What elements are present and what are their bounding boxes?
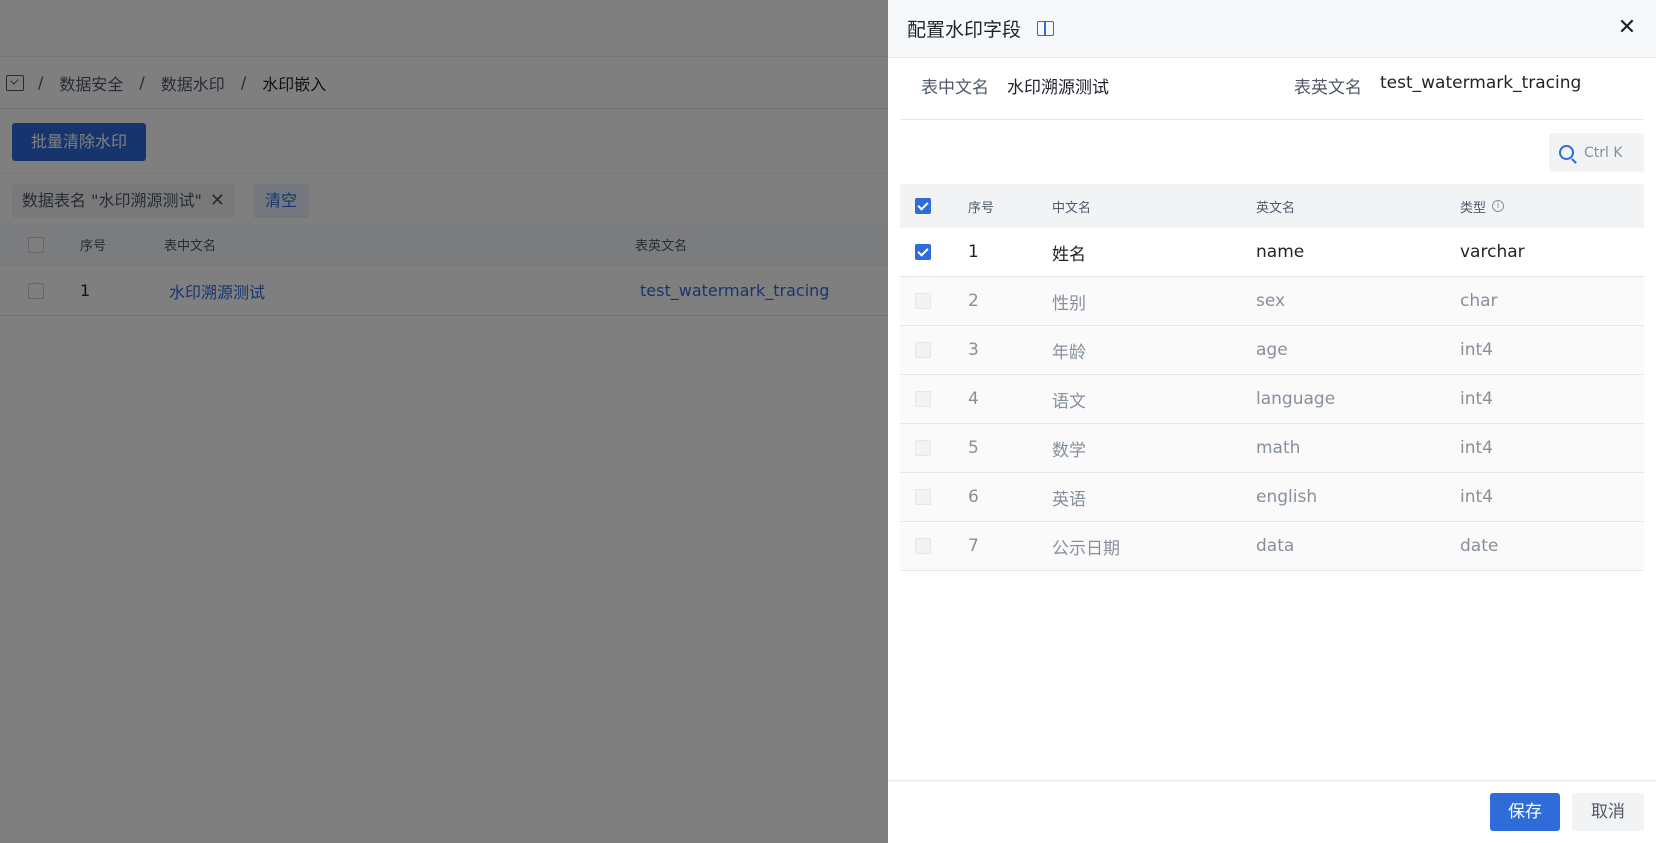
row-index: 2 [968,291,979,311]
row-cn-name: 英语 [1052,489,1086,510]
row-type: char [1460,291,1498,311]
row-en-name: age [1256,340,1288,360]
search-icon [1559,145,1574,160]
table-row: 4 语文 language int4 [900,375,1644,424]
row-en-name: sex [1256,291,1286,311]
row-checkbox[interactable] [915,244,931,260]
row-checkbox [915,342,931,358]
drawer-title: 配置水印字段 [907,19,1022,41]
row-cn-name: 语文 [1052,391,1086,412]
cn-name-value: 水印溯源测试 [1007,78,1109,98]
row-en-name: english [1256,487,1318,507]
row-checkbox [915,440,931,456]
table-row: 6 英语 english int4 [900,473,1644,522]
table-row: 2 性别 sex char [900,277,1644,326]
row-cn-name: 数学 [1052,440,1086,461]
search-input[interactable] [1584,144,1638,161]
save-button[interactable]: 保存 [1490,793,1560,831]
row-en-name: data [1256,536,1295,556]
row-cn-name: 公示日期 [1052,538,1120,559]
en-name-value: test_watermark_tracing [1380,73,1582,93]
row-checkbox [915,293,931,309]
row-checkbox [915,538,931,554]
row-type: int4 [1460,487,1493,507]
column-header-type: 类型 i [1460,184,1505,228]
row-index: 5 [968,438,979,458]
column-header-type-label: 类型 [1460,200,1487,216]
row-index: 7 [968,536,979,556]
table-header: 序号 中文名 英文名 类型 i [900,184,1644,228]
select-all-checkbox[interactable] [915,198,931,214]
table-row: 5 数学 math int4 [900,424,1644,473]
table-row: 7 公示日期 data date [900,522,1644,571]
row-index: 1 [968,242,979,262]
row-en-name: language [1256,389,1336,409]
config-watermark-drawer: 配置水印字段 ✕ 表中文名 水印溯源测试 表英文名 test_watermark… [888,0,1656,843]
drawer-header: 配置水印字段 ✕ [888,0,1656,58]
book-icon[interactable] [1037,21,1055,36]
row-checkbox [915,489,931,505]
table-row: 3 年龄 age int4 [900,326,1644,375]
cancel-button[interactable]: 取消 [1572,793,1644,831]
row-checkbox [915,391,931,407]
field-table: 序号 中文名 英文名 类型 i 1 姓名 name varchar 2 性别 s… [900,184,1644,571]
row-cn-name: 年龄 [1052,342,1086,363]
row-index: 3 [968,340,979,360]
cn-name-label: 表中文名 [921,78,989,98]
column-header-index: 序号 [968,200,995,216]
search-box[interactable] [1549,133,1644,172]
row-en-name: math [1256,438,1301,458]
row-en-name: name [1256,242,1305,262]
table-row[interactable]: 1 姓名 name varchar [900,228,1644,277]
column-header-en-name: 英文名 [1256,200,1296,216]
row-type: int4 [1460,389,1493,409]
row-type: date [1460,536,1499,556]
row-index: 6 [968,487,979,507]
row-type: int4 [1460,438,1493,458]
en-name-label: 表英文名 [1294,78,1362,98]
info-icon[interactable]: i [1492,200,1505,212]
row-cn-name: 姓名 [1052,244,1086,265]
row-type: int4 [1460,340,1493,360]
close-icon[interactable]: ✕ [1615,16,1639,40]
row-cn-name: 性别 [1052,293,1086,314]
row-type: varchar [1460,242,1525,262]
drawer-footer: 保存 取消 [888,780,1656,843]
table-info: 表中文名 水印溯源测试 表英文名 test_watermark_tracing [900,58,1644,120]
column-header-cn-name: 中文名 [1052,200,1092,216]
row-index: 4 [968,389,979,409]
